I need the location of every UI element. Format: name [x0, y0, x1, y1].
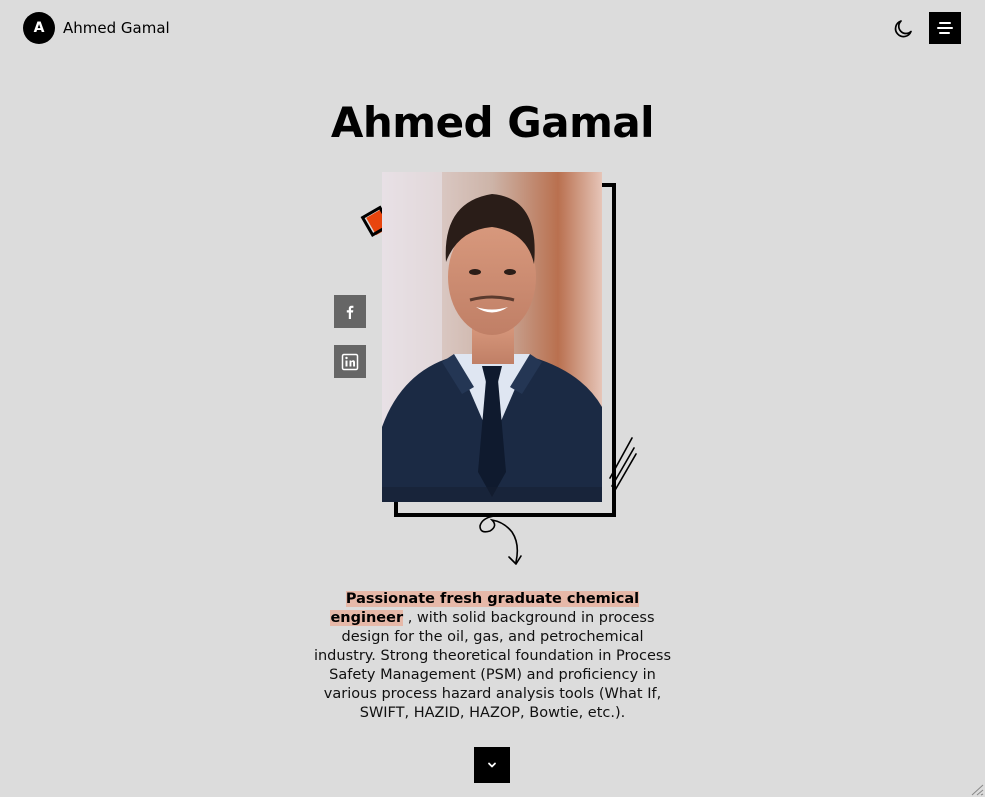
logo-avatar[interactable]: A	[23, 12, 55, 44]
page-title: Ahmed Gamal	[330, 98, 655, 147]
curly-arrow-decoration-icon	[479, 515, 522, 565]
linkedin-link[interactable]	[334, 345, 366, 378]
menu-button[interactable]	[929, 12, 961, 44]
bio-body: , with solid background in process desig…	[313, 610, 672, 721]
profile-photo	[382, 172, 602, 502]
hamburger-menu-icon	[939, 22, 951, 24]
chevron-down-icon	[488, 762, 496, 768]
facebook-link[interactable]	[334, 295, 366, 328]
moon-icon[interactable]	[891, 17, 915, 41]
logo-name[interactable]: Ahmed Gamal	[63, 19, 170, 37]
linkedin-icon	[341, 353, 359, 370]
resize-grip-icon[interactable]	[970, 783, 984, 796]
scribble-decoration-icon	[609, 437, 637, 493]
scroll-down-button[interactable]	[474, 747, 510, 783]
facebook-icon	[346, 305, 354, 319]
bio-text: Passionate fresh graduate chemical engin…	[312, 590, 673, 723]
